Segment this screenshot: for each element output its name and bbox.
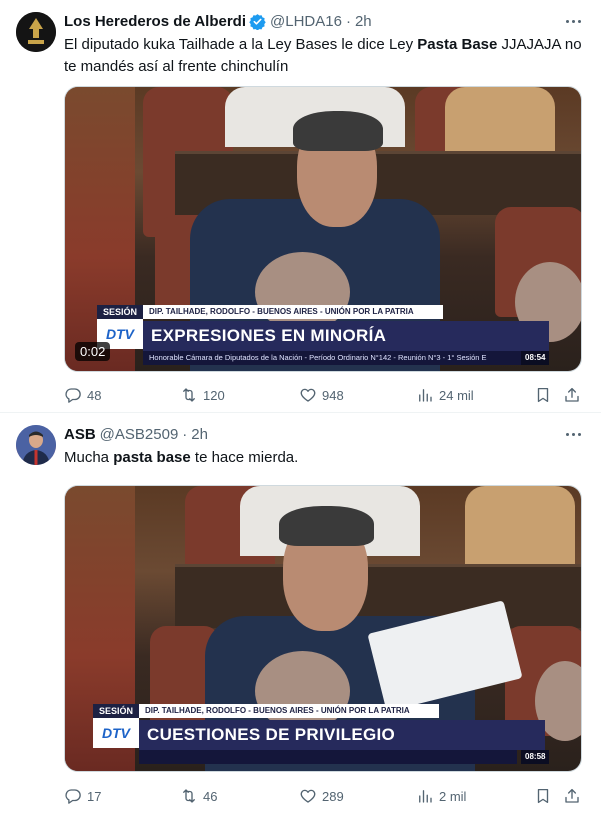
- ticker-text: Honorable Cámara de Diputados de la Naci…: [143, 351, 521, 365]
- author-handle[interactable]: @ASB2509: [100, 426, 179, 443]
- timestamp[interactable]: 2h: [191, 426, 208, 443]
- author-handle[interactable]: @LHDA16: [270, 13, 342, 30]
- reply-count: 48: [87, 387, 102, 403]
- session-tag: SESIÓN: [97, 305, 144, 319]
- retweet-count: 46: [203, 788, 218, 804]
- tweet-header: ASB @ASB2509 · 2h: [64, 424, 208, 444]
- tweet[interactable]: ASB @ASB2509 · 2h Mucha pasta base te ha…: [0, 413, 601, 824]
- author-name[interactable]: Los Herederos de Alberdi: [64, 13, 246, 30]
- session-tag: SESIÓN: [93, 704, 140, 718]
- share-button[interactable]: [563, 386, 581, 404]
- clock: 08:54: [521, 351, 550, 365]
- verified-icon: [249, 13, 266, 30]
- speaker-name-strip: DIP. TAILHADE, RODOLFO - BUENOS AIRES - …: [143, 305, 444, 319]
- avatar[interactable]: [16, 12, 56, 52]
- views-button[interactable]: 2 mil: [416, 787, 466, 805]
- headline-banner: CUESTIONES DE PRIVILEGIO: [139, 720, 545, 750]
- tweet[interactable]: Los Herederos de Alberdi @LHDA16 · 2h El…: [0, 0, 601, 412]
- more-icon[interactable]: [561, 10, 585, 32]
- views-count: 2 mil: [439, 788, 467, 804]
- reply-icon: [65, 388, 81, 403]
- speaker-name-strip: DIP. TAILHADE, RODOLFO - BUENOS AIRES - …: [139, 704, 440, 718]
- action-bar: 48 120 948 24 mil: [64, 385, 585, 405]
- reply-button[interactable]: 17: [64, 787, 101, 805]
- tweet-header: Los Herederos de Alberdi @LHDA16 · 2h: [64, 11, 372, 31]
- views-icon: [419, 389, 432, 402]
- video-duration: 0:02: [75, 342, 111, 361]
- like-icon: [300, 388, 316, 402]
- headline-banner: EXPRESIONES EN MINORÍA: [143, 321, 549, 351]
- like-count: 948: [322, 387, 344, 403]
- bookmark-icon: [537, 387, 549, 403]
- video-player[interactable]: SESIÓN DIP. TAILHADE, RODOLFO - BUENOS A…: [64, 86, 582, 372]
- video-player[interactable]: SESIÓN DIP. TAILHADE, RODOLFO - BUENOS A…: [64, 485, 582, 772]
- bookmark-icon: [537, 788, 549, 804]
- share-icon: [565, 788, 579, 803]
- author-name[interactable]: ASB: [64, 426, 96, 443]
- views-count: 24 mil: [439, 387, 474, 403]
- retweet-button[interactable]: 120: [180, 386, 225, 404]
- reply-icon: [65, 789, 81, 804]
- avatar[interactable]: [16, 425, 56, 465]
- views-button[interactable]: 24 mil: [416, 386, 474, 404]
- like-button[interactable]: 948: [299, 386, 344, 404]
- share-icon: [565, 387, 579, 402]
- separator-dot: ·: [345, 12, 351, 30]
- like-count: 289: [322, 788, 344, 804]
- more-icon[interactable]: [561, 423, 585, 445]
- tweet-text: El diputado kuka Tailhade a la Ley Bases…: [64, 36, 582, 75]
- bookmark-button[interactable]: [534, 386, 552, 404]
- retweet-button[interactable]: 46: [180, 787, 217, 805]
- retweet-icon: [183, 789, 195, 803]
- action-bar: 17 46 289 2 mil: [64, 786, 585, 806]
- share-button[interactable]: [563, 787, 581, 805]
- reply-count: 17: [87, 788, 102, 804]
- retweet-count: 120: [203, 387, 225, 403]
- views-icon: [419, 790, 432, 803]
- separator-dot: ·: [182, 425, 188, 443]
- reply-button[interactable]: 48: [64, 386, 101, 404]
- bookmark-button[interactable]: [534, 787, 552, 805]
- channel-logo: DTV: [93, 718, 139, 748]
- ticker-bar: [139, 750, 517, 764]
- like-icon: [300, 789, 316, 803]
- like-button[interactable]: 289: [299, 787, 344, 805]
- timestamp[interactable]: 2h: [355, 13, 372, 30]
- clock: 08:58: [521, 750, 550, 764]
- retweet-icon: [183, 388, 195, 402]
- tweet-text: Mucha pasta base te hace mierda.: [64, 449, 299, 466]
